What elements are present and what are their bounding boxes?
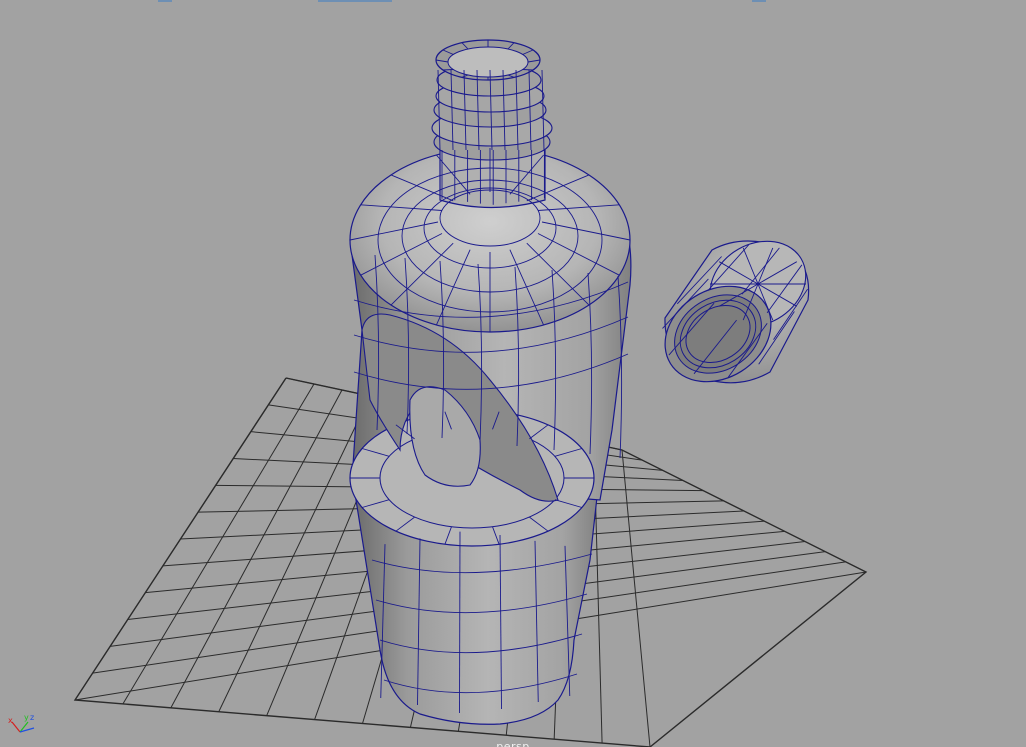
mouth-edge — [522, 69, 534, 71]
perspective-viewport[interactable]: x y z persp — [0, 0, 1026, 747]
grid-line — [122, 383, 315, 705]
scene-canvas[interactable] — [0, 0, 1026, 747]
x-axis-line — [11, 721, 21, 733]
x-axis-label: x — [8, 716, 13, 725]
grid-line — [621, 449, 651, 747]
axis-gizmo: x y z — [8, 713, 34, 733]
camera-name-label: persp — [0, 741, 1026, 747]
y-axis-label: y — [24, 713, 29, 722]
bottle-mesh[interactable] — [349, 39, 632, 725]
body-edge — [459, 531, 461, 714]
mouth-edge — [442, 69, 454, 71]
z-axis-label: z — [30, 713, 34, 722]
cap-mesh[interactable] — [647, 224, 821, 401]
